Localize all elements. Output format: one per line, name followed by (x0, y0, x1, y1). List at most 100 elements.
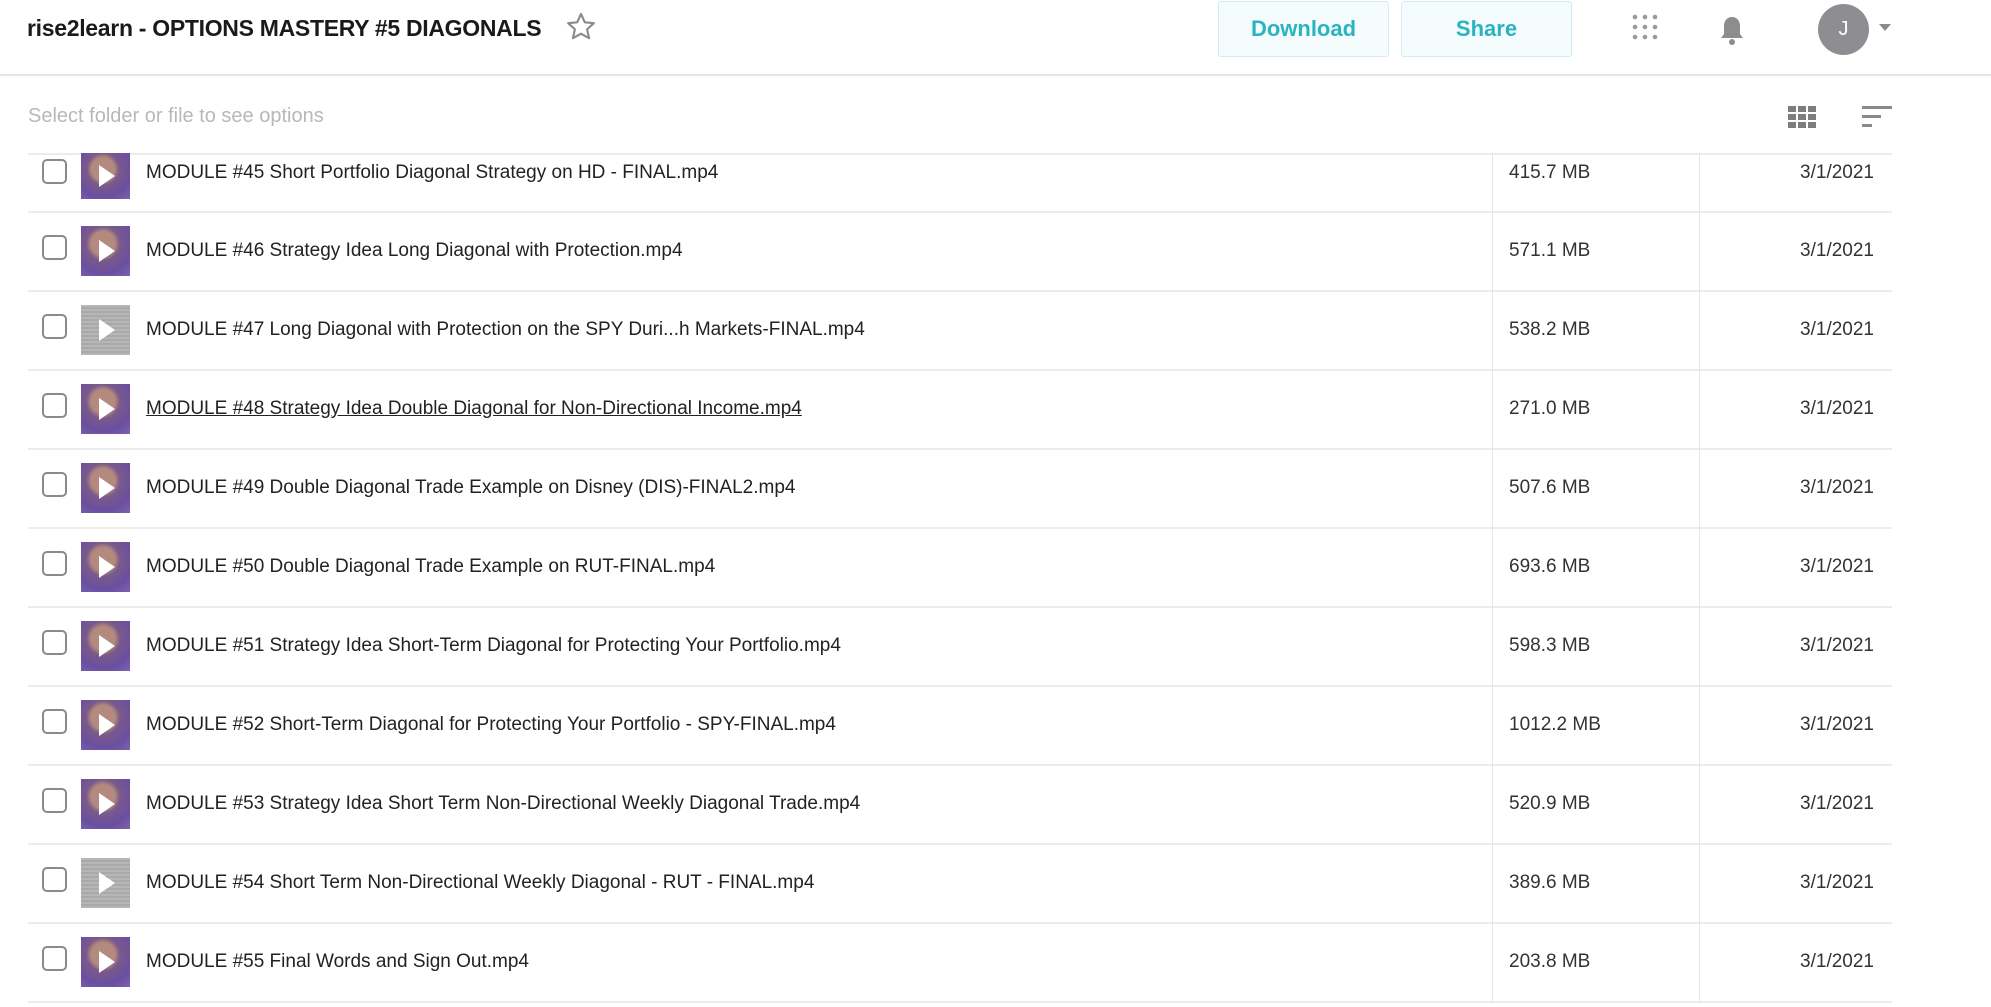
chevron-down-icon[interactable] (1879, 24, 1891, 31)
sort-icon[interactable] (1862, 104, 1892, 128)
download-button[interactable]: Download (1218, 1, 1389, 57)
file-row[interactable]: MODULE #53 Strategy Idea Short Term Non-… (28, 766, 1892, 845)
size-cell: 415.7 MB (1492, 153, 1700, 213)
star-icon[interactable] (564, 10, 598, 44)
file-row[interactable]: MODULE #52 Short-Term Diagonal for Prote… (28, 687, 1892, 766)
video-thumbnail[interactable] (81, 153, 130, 199)
size-cell: 203.8 MB (1492, 924, 1700, 1003)
file-date: 3/1/2021 (1800, 162, 1874, 183)
play-icon (99, 793, 115, 815)
size-cell: 538.2 MB (1492, 292, 1700, 371)
file-size: 415.7 MB (1509, 162, 1591, 183)
file-name[interactable]: MODULE #55 Final Words and Sign Out.mp4 (146, 951, 529, 973)
row-checkbox[interactable] (42, 235, 67, 260)
row-checkbox[interactable] (42, 788, 67, 813)
row-checkbox[interactable] (42, 709, 67, 734)
play-icon (99, 165, 115, 187)
file-size: 598.3 MB (1509, 635, 1591, 656)
selection-hint: Select folder or file to see options (28, 105, 324, 127)
file-size: 1012.2 MB (1509, 714, 1601, 735)
user-avatar[interactable]: J (1818, 4, 1869, 55)
row-checkbox[interactable] (42, 472, 67, 497)
video-thumbnail[interactable] (81, 463, 130, 513)
file-row[interactable]: MODULE #51 Strategy Idea Short-Term Diag… (28, 608, 1892, 687)
file-row[interactable]: MODULE #45 Short Portfolio Diagonal Stra… (28, 153, 1892, 213)
file-name[interactable]: MODULE #49 Double Diagonal Trade Example… (146, 477, 795, 499)
file-name[interactable]: MODULE #51 Strategy Idea Short-Term Diag… (146, 635, 841, 657)
size-cell: 507.6 MB (1492, 450, 1700, 529)
video-thumbnail[interactable] (81, 226, 130, 276)
file-size: 271.0 MB (1509, 398, 1591, 419)
file-row[interactable]: MODULE #49 Double Diagonal Trade Example… (28, 450, 1892, 529)
size-cell: 693.6 MB (1492, 529, 1700, 608)
apps-grid-icon[interactable] (1630, 12, 1660, 42)
video-thumbnail[interactable] (81, 779, 130, 829)
video-thumbnail[interactable] (81, 384, 130, 434)
file-row[interactable]: MODULE #46 Strategy Idea Long Diagonal w… (28, 213, 1892, 292)
video-thumbnail[interactable] (81, 937, 130, 987)
row-checkbox[interactable] (42, 946, 67, 971)
size-cell: 1012.2 MB (1492, 687, 1700, 766)
bell-icon[interactable] (1718, 14, 1746, 46)
video-thumbnail[interactable] (81, 305, 130, 355)
row-checkbox[interactable] (42, 393, 67, 418)
play-icon (99, 635, 115, 657)
file-size: 538.2 MB (1509, 319, 1591, 340)
file-name[interactable]: MODULE #54 Short Term Non-Directional We… (146, 872, 814, 894)
file-size: 203.8 MB (1509, 951, 1591, 972)
file-size: 571.1 MB (1509, 240, 1591, 261)
file-date: 3/1/2021 (1800, 398, 1874, 419)
row-checkbox[interactable] (42, 159, 67, 184)
file-date: 3/1/2021 (1800, 951, 1874, 972)
file-size: 507.6 MB (1509, 477, 1591, 498)
file-row[interactable]: MODULE #54 Short Term Non-Directional We… (28, 845, 1892, 924)
file-row[interactable]: MODULE #55 Final Words and Sign Out.mp4 … (28, 924, 1892, 1003)
grid-view-icon[interactable] (1788, 106, 1816, 128)
file-name[interactable]: MODULE #47 Long Diagonal with Protection… (146, 319, 865, 341)
size-cell: 571.1 MB (1492, 213, 1700, 292)
video-thumbnail[interactable] (81, 700, 130, 750)
play-icon (99, 240, 115, 262)
play-icon (99, 319, 115, 341)
file-name[interactable]: MODULE #45 Short Portfolio Diagonal Stra… (146, 162, 718, 184)
play-icon (99, 398, 115, 420)
size-cell: 520.9 MB (1492, 766, 1700, 845)
video-thumbnail[interactable] (81, 542, 130, 592)
file-name[interactable]: MODULE #50 Double Diagonal Trade Example… (146, 556, 715, 578)
file-row[interactable]: MODULE #50 Double Diagonal Trade Example… (28, 529, 1892, 608)
file-size: 520.9 MB (1509, 793, 1591, 814)
play-icon (99, 477, 115, 499)
file-name[interactable]: MODULE #53 Strategy Idea Short Term Non-… (146, 793, 860, 815)
file-date: 3/1/2021 (1800, 240, 1874, 261)
size-cell: 598.3 MB (1492, 608, 1700, 687)
file-name[interactable]: MODULE #46 Strategy Idea Long Diagonal w… (146, 240, 683, 262)
top-bar: rise2learn - OPTIONS MASTERY #5 DIAGONAL… (0, 0, 1991, 76)
page-title: rise2learn - OPTIONS MASTERY #5 DIAGONAL… (27, 15, 542, 41)
share-button[interactable]: Share (1401, 1, 1572, 57)
file-name[interactable]: MODULE #48 Strategy Idea Double Diagonal… (146, 398, 802, 420)
file-date: 3/1/2021 (1800, 714, 1874, 735)
file-size: 389.6 MB (1509, 872, 1591, 893)
row-checkbox[interactable] (42, 314, 67, 339)
video-thumbnail[interactable] (81, 621, 130, 671)
file-date: 3/1/2021 (1800, 793, 1874, 814)
play-icon (99, 872, 115, 894)
file-row[interactable]: MODULE #47 Long Diagonal with Protection… (28, 292, 1892, 371)
row-checkbox[interactable] (42, 867, 67, 892)
file-date: 3/1/2021 (1800, 319, 1874, 340)
video-thumbnail[interactable] (81, 858, 130, 908)
play-icon (99, 556, 115, 578)
file-name[interactable]: MODULE #52 Short-Term Diagonal for Prote… (146, 714, 836, 736)
file-row[interactable]: MODULE #48 Strategy Idea Double Diagonal… (28, 371, 1892, 450)
size-cell: 389.6 MB (1492, 845, 1700, 924)
play-icon (99, 951, 115, 973)
file-date: 3/1/2021 (1800, 477, 1874, 498)
file-date: 3/1/2021 (1800, 556, 1874, 577)
file-size: 693.6 MB (1509, 556, 1591, 577)
size-cell: 271.0 MB (1492, 371, 1700, 450)
play-icon (99, 714, 115, 736)
row-checkbox[interactable] (42, 551, 67, 576)
row-checkbox[interactable] (42, 630, 67, 655)
file-list: MODULE #45 Short Portfolio Diagonal Stra… (28, 153, 1892, 1003)
file-date: 3/1/2021 (1800, 635, 1874, 656)
